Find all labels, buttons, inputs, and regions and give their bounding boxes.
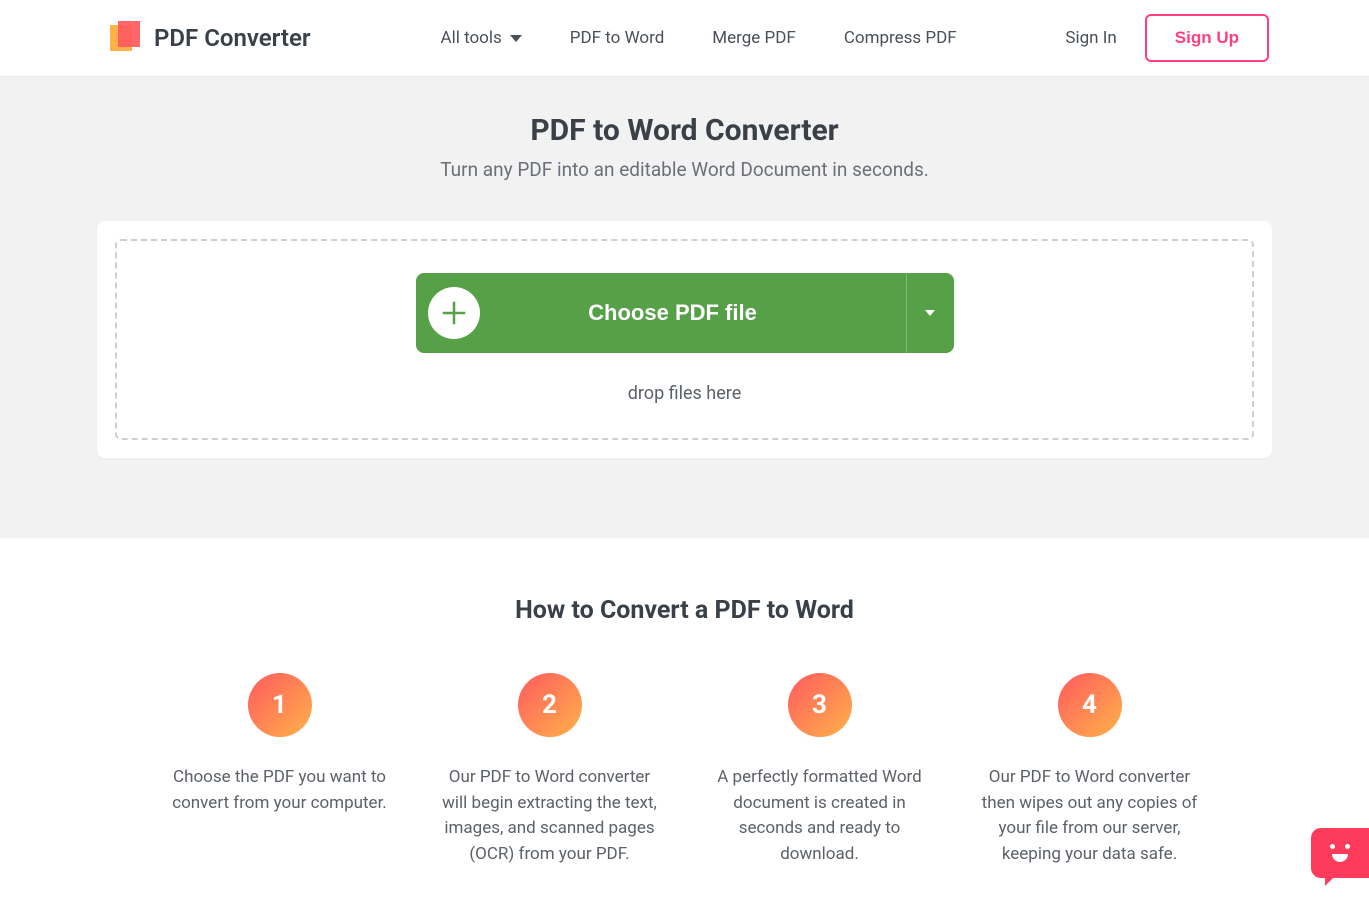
chevron-down-icon: [925, 310, 935, 316]
nav-compress-pdf-label: Compress PDF: [844, 28, 957, 48]
step-badge: 3: [788, 673, 852, 737]
smiley-icon: [1326, 844, 1354, 862]
choose-file-button[interactable]: Choose PDF file: [416, 273, 906, 353]
chevron-down-icon: [510, 35, 522, 42]
logo-icon: [110, 21, 144, 55]
choose-file-label: Choose PDF file: [480, 300, 906, 326]
nav-merge-pdf[interactable]: Merge PDF: [712, 28, 796, 48]
main-nav: All tools PDF to Word Merge PDF Compress…: [441, 28, 957, 48]
step-badge: 4: [1058, 673, 1122, 737]
sign-up-button[interactable]: Sign Up: [1145, 14, 1269, 62]
nav-compress-pdf[interactable]: Compress PDF: [844, 28, 957, 48]
choose-file-dropdown[interactable]: [906, 273, 954, 353]
step-3: 3 A perfectly formatted Word document is…: [705, 673, 935, 867]
drop-hint: drop files here: [628, 383, 742, 404]
step-text: Our PDF to Word converter will begin ext…: [435, 765, 665, 867]
page-subtitle: Turn any PDF into an editable Word Docum…: [440, 158, 929, 181]
step-1: 1 Choose the PDF you want to convert fro…: [165, 673, 395, 867]
howto-title: How to Convert a PDF to Word: [0, 596, 1369, 625]
step-2: 2 Our PDF to Word converter will begin e…: [435, 673, 665, 867]
header: PDF Converter All tools PDF to Word Merg…: [0, 0, 1369, 77]
page-title: PDF to Word Converter: [530, 113, 838, 148]
howto-section: How to Convert a PDF to Word 1 Choose th…: [0, 538, 1369, 907]
nav-all-tools[interactable]: All tools: [441, 28, 522, 48]
nav-merge-pdf-label: Merge PDF: [712, 28, 796, 48]
step-badge: 1: [248, 673, 312, 737]
logo[interactable]: PDF Converter: [110, 21, 311, 55]
choose-file-group: Choose PDF file: [416, 273, 954, 353]
sign-in-link[interactable]: Sign In: [1065, 28, 1116, 48]
steps-row: 1 Choose the PDF you want to convert fro…: [97, 673, 1272, 867]
logo-text: PDF Converter: [154, 24, 311, 52]
step-badge: 2: [518, 673, 582, 737]
nav-all-tools-label: All tools: [441, 28, 502, 48]
chat-widget[interactable]: [1311, 828, 1369, 878]
hero: PDF to Word Converter Turn any PDF into …: [0, 77, 1369, 538]
step-text: A perfectly formatted Word document is c…: [705, 765, 935, 867]
step-4: 4 Our PDF to Word converter then wipes o…: [975, 673, 1205, 867]
upload-card: Choose PDF file drop files here: [97, 221, 1272, 458]
step-text: Our PDF to Word converter then wipes out…: [975, 765, 1205, 867]
header-auth: Sign In Sign Up: [1065, 14, 1269, 62]
nav-pdf-to-word[interactable]: PDF to Word: [570, 28, 665, 48]
dropzone[interactable]: Choose PDF file drop files here: [115, 239, 1254, 440]
step-text: Choose the PDF you want to convert from …: [165, 765, 395, 816]
plus-icon: [428, 287, 480, 339]
nav-pdf-to-word-label: PDF to Word: [570, 28, 665, 48]
